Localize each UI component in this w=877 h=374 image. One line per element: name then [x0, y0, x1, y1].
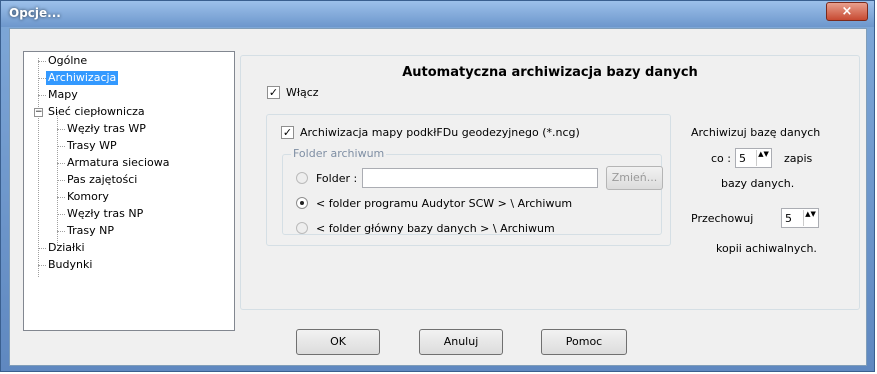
spin-arrows-icon[interactable]: ▲▼	[756, 150, 770, 166]
keep-copies-stepper[interactable]: 5 ▲▼	[781, 208, 819, 228]
tree-item-dzialki[interactable]: Działki	[46, 241, 87, 255]
tree-item-budynki[interactable]: Budynki	[46, 258, 94, 272]
tree-line	[57, 231, 65, 232]
enable-checkbox[interactable]: ✓	[267, 86, 280, 99]
tree-item-armatura-sieciowa[interactable]: Armatura sieciowa	[65, 156, 171, 170]
folder-path-input[interactable]	[362, 168, 598, 188]
enable-label: Włącz	[286, 86, 319, 99]
ok-button[interactable]: OK	[296, 329, 380, 355]
tree-item-archiwizacja[interactable]: Archiwizacja	[46, 71, 119, 85]
co-label: co :	[711, 152, 731, 165]
close-button[interactable]: ×	[826, 2, 868, 21]
collapse-icon[interactable]: −	[34, 108, 43, 117]
dialog-client-area: Ogólne Archiwizacja Mapy − Sieć ciepłown…	[9, 28, 867, 366]
db-folder-label: < folder główny bazy danych > \ Archiwum	[316, 222, 555, 235]
folder-radio[interactable]	[296, 172, 308, 184]
options-tree[interactable]: Ogólne Archiwizacja Mapy − Sieć ciepłown…	[23, 51, 235, 331]
tree-line	[57, 180, 65, 181]
tree-line	[57, 146, 65, 147]
keep-label: Przechowuj	[691, 212, 754, 225]
db-label: bazy danych.	[721, 177, 795, 190]
tree-item-mapy[interactable]: Mapy	[46, 88, 80, 102]
archive-map-label: Archiwizacja mapy podkłFDu geodezyjnego …	[300, 126, 580, 139]
tree-line	[38, 61, 46, 62]
window-title: Opcje...	[9, 6, 61, 20]
db-folder-radio[interactable]	[296, 222, 308, 234]
tree-line	[38, 58, 39, 277]
program-folder-radio[interactable]	[296, 197, 308, 209]
tree-line	[38, 265, 46, 266]
folder-group-legend: Folder archiwum	[291, 147, 387, 160]
panel-title: Automatyczna archiwizacja bazy danych	[402, 65, 698, 80]
tree-item-trasy-wp[interactable]: Trasy WP	[65, 139, 119, 153]
options-dialog: Opcje... × Ogólne Archiwizacja Mapy − Si…	[0, 0, 875, 372]
tree-item-ogolne[interactable]: Ogólne	[46, 54, 89, 68]
tree-line	[38, 95, 46, 96]
title-bar[interactable]: Opcje... ×	[1, 1, 874, 27]
folder-group: Folder archiwum Folder : Zmień... < fold…	[282, 147, 663, 235]
tree-item-pas-zajetosci[interactable]: Pas zajętości	[65, 173, 139, 187]
tree-line	[57, 197, 65, 198]
tree-line	[57, 112, 58, 245]
tree-item-wezly-tras-wp[interactable]: Węzły tras WP	[65, 122, 148, 136]
change-folder-button[interactable]: Zmień...	[606, 166, 663, 190]
keep-copies-value: 5	[785, 212, 792, 225]
tree-line	[57, 214, 65, 215]
tree-item-siec-cieplownicza[interactable]: Sieć ciepłownicza	[46, 105, 147, 119]
folder-label: Folder :	[316, 172, 358, 185]
zapis-label: zapis	[784, 152, 813, 165]
tree-item-wezly-tras-np[interactable]: Węzły tras NP	[65, 207, 145, 221]
tree-item-trasy-np[interactable]: Trasy NP	[65, 224, 116, 238]
close-icon: ×	[841, 4, 853, 19]
tree-line	[57, 163, 65, 164]
tree-line	[38, 78, 46, 79]
help-button[interactable]: Pomoc	[541, 329, 627, 355]
tree-line	[57, 129, 65, 130]
cancel-button[interactable]: Anuluj	[419, 329, 503, 355]
tree-item-komory[interactable]: Komory	[65, 190, 111, 204]
archive-interval-value: 5	[739, 152, 746, 165]
archive-map-checkbox[interactable]: ✓	[281, 126, 294, 139]
tree-line	[38, 248, 46, 249]
archive-every-label: Archiwizuj bazę danych	[691, 126, 821, 139]
copies-label: kopii achiwalnych.	[716, 242, 817, 255]
spin-arrows-icon[interactable]: ▲▼	[803, 210, 817, 226]
program-folder-label: < folder programu Audytor SCW > \ Archiw…	[316, 197, 573, 210]
archive-interval-stepper[interactable]: 5 ▲▼	[735, 148, 772, 168]
archive-options-box: ✓ Archiwizacja mapy podkłFDu geodezyjneg…	[266, 114, 671, 246]
archive-settings-panel: Automatyczna archiwizacja bazy danych ✓ …	[240, 55, 860, 310]
